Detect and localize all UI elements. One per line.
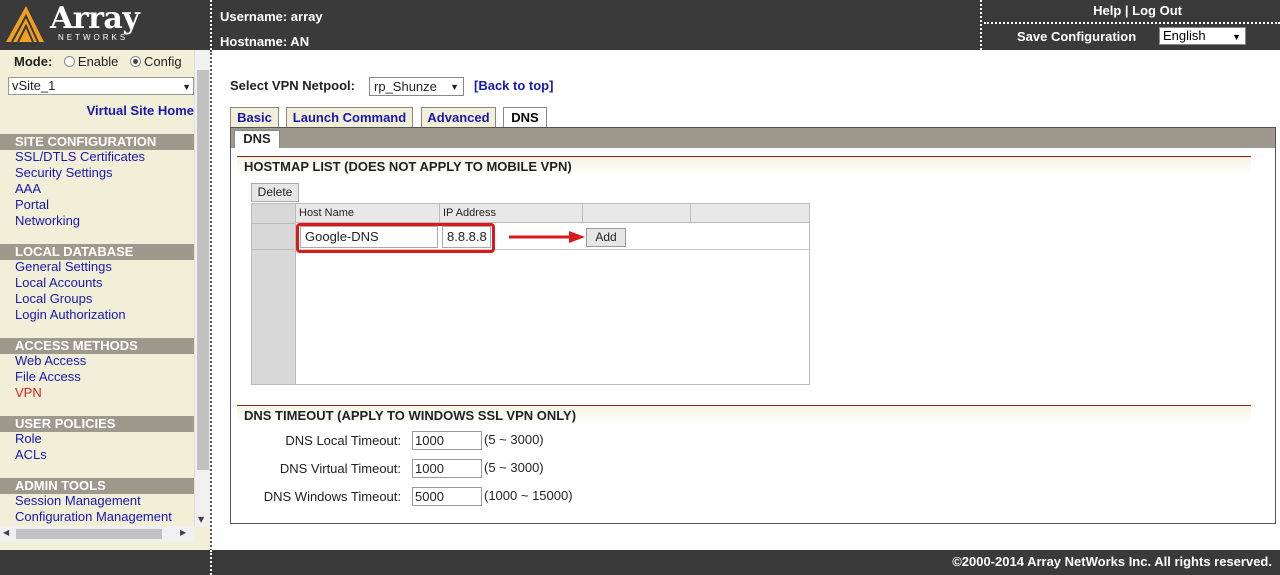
column-header-blank <box>691 204 809 223</box>
logo-sub: NETWORKS <box>58 33 129 42</box>
scrollbar-thumb[interactable] <box>16 529 162 539</box>
scroll-right-icon[interactable]: ▶ <box>180 528 186 537</box>
dns-timeout-section-title: DNS TIMEOUT (APPLY TO WINDOWS SSL VPN ON… <box>237 405 1251 425</box>
virtual-site-home-link[interactable]: Virtual Site Home <box>87 103 194 118</box>
help-link[interactable]: Help <box>1093 3 1121 18</box>
nav-portal[interactable]: Portal <box>15 197 49 213</box>
gutter-divider <box>252 249 296 250</box>
language-select[interactable]: English ▼ <box>1159 27 1246 45</box>
nav-web-access[interactable]: Web Access <box>15 353 86 369</box>
section-access-methods: ACCESS METHODS <box>0 338 194 354</box>
header-links: Help | Log Out <box>1093 3 1182 18</box>
main-content: Select VPN Netpool: rp_Shunze ▼ [Back to… <box>212 50 1280 550</box>
nav-session-management[interactable]: Session Management <box>15 493 141 509</box>
dns-windows-timeout-range: (1000 ~ 15000) <box>484 488 573 503</box>
gutter-divider <box>252 223 296 224</box>
dns-local-timeout-range: (5 ~ 3000) <box>484 432 544 447</box>
array-logo-icon <box>6 6 44 43</box>
nav-aaa[interactable]: AAA <box>15 181 41 197</box>
scrollbar-thumb[interactable] <box>197 70 209 470</box>
nav-vpn[interactable]: VPN <box>15 385 42 401</box>
vsite-value: vSite_1 <box>12 78 56 93</box>
nav-networking[interactable]: Networking <box>15 213 80 229</box>
save-configuration-link[interactable]: Save Configuration <box>1017 29 1136 44</box>
copyright-text: ©2000-2014 Array NetWorks Inc. All right… <box>952 554 1272 569</box>
dns-virtual-timeout-input[interactable]: 1000 <box>412 459 482 478</box>
nav-local-groups[interactable]: Local Groups <box>15 291 92 307</box>
logo-brand: Array <box>50 1 140 36</box>
vsite-select[interactable]: vSite_1 ▼ <box>8 77 194 95</box>
nav-login-authorization[interactable]: Login Authorization <box>15 307 126 323</box>
dns-panel: DNS HOSTMAP LIST (DOES NOT APPLY TO MOBI… <box>230 127 1276 524</box>
link-separator: | <box>1121 3 1133 18</box>
mode-enable-radio[interactable] <box>63 56 75 67</box>
dropdown-arrow-icon: ▼ <box>182 82 191 92</box>
subtab-bar: DNS <box>231 128 1275 148</box>
add-button[interactable]: Add <box>586 228 626 247</box>
dns-local-timeout-label: DNS Local Timeout: <box>285 433 401 448</box>
section-site-configuration: SITE CONFIGURATION <box>0 134 194 150</box>
footer-divider <box>210 550 212 575</box>
nav-file-access[interactable]: File Access <box>15 369 81 385</box>
tab-dns[interactable]: DNS <box>503 107 547 128</box>
nav-security-settings[interactable]: Security Settings <box>15 165 113 181</box>
header-divider <box>210 0 212 50</box>
delete-button[interactable]: Delete <box>251 183 299 202</box>
dns-windows-timeout-input[interactable]: 5000 <box>412 487 482 506</box>
sidebar-vertical-scrollbar[interactable]: ▼ <box>194 50 210 526</box>
netpool-value: rp_Shunze <box>374 79 437 94</box>
footer: ©2000-2014 Array NetWorks Inc. All right… <box>0 550 1280 575</box>
hostmap-section-title: HOSTMAP LIST (DOES NOT APPLY TO MOBILE V… <box>237 156 1251 176</box>
sidebar: Mode: Enable Config vSite_1 ▼ Virtual Si… <box>0 50 210 550</box>
tab-basic[interactable]: Basic <box>230 107 279 127</box>
mode-enable-label: Enable <box>77 54 119 69</box>
user-info: Username: array Hostname: AN <box>220 4 323 54</box>
netpool-label: Select VPN Netpool: <box>230 78 355 93</box>
column-header-action <box>583 204 691 223</box>
header-hdivider <box>984 22 1280 24</box>
nav-acls[interactable]: ACLs <box>15 447 47 463</box>
section-local-database: LOCAL DATABASE <box>0 244 194 260</box>
dropdown-arrow-icon: ▼ <box>1232 32 1241 42</box>
column-header-host-name: Host Name <box>296 204 440 223</box>
mode-row: Mode: Enable Config <box>14 54 194 69</box>
hostmap-grid: Host Name IP Address Google-DNS 8.8.8.8 … <box>251 203 810 385</box>
username-label: Username: array <box>220 9 323 24</box>
tab-launch-command[interactable]: Launch Command <box>286 107 413 127</box>
annotation-highlight-box <box>296 223 495 253</box>
scroll-left-icon[interactable]: ◀ <box>3 528 9 537</box>
logout-link[interactable]: Log Out <box>1132 3 1182 18</box>
section-admin-tools: ADMIN TOOLS <box>0 478 194 494</box>
mode-config-label: Config <box>144 54 182 69</box>
section-user-policies: USER POLICIES <box>0 416 194 432</box>
dns-windows-timeout-label: DNS Windows Timeout: <box>263 489 401 504</box>
grid-row-gutter <box>252 204 296 384</box>
array-logo: Array NETWORKS <box>0 0 210 50</box>
dns-virtual-timeout-range: (5 ~ 3000) <box>484 460 544 475</box>
subtab-dns[interactable]: DNS <box>234 130 280 148</box>
dropdown-arrow-icon: ▼ <box>450 82 459 92</box>
dns-local-timeout-input[interactable]: 1000 <box>412 431 482 450</box>
nav-role[interactable]: Role <box>15 431 42 447</box>
scroll-down-icon[interactable]: ▼ <box>198 515 204 524</box>
dns-virtual-timeout-label: DNS Virtual Timeout: <box>279 461 401 476</box>
language-value: English <box>1163 28 1206 43</box>
header-right: Help | Log Out Save Configuration Englis… <box>982 0 1280 50</box>
nav-general-settings[interactable]: General Settings <box>15 259 112 275</box>
nav-configuration-management[interactable]: Configuration Management <box>15 509 172 525</box>
netpool-select[interactable]: rp_Shunze ▼ <box>369 77 464 96</box>
column-header-ip-address: IP Address <box>440 204 583 223</box>
tab-advanced[interactable]: Advanced <box>421 107 496 127</box>
nav-ssl-dtls-certificates[interactable]: SSL/DTLS Certificates <box>15 149 145 165</box>
nav-local-accounts[interactable]: Local Accounts <box>15 275 102 291</box>
mode-label: Mode: <box>14 54 53 69</box>
top-header: Array NETWORKS Username: array Hostname:… <box>0 0 1280 50</box>
sidebar-horizontal-scrollbar[interactable]: ◀ ▶ <box>0 526 194 542</box>
mode-config-radio[interactable] <box>130 56 142 67</box>
annotation-arrow-icon <box>509 231 585 243</box>
back-to-top-link[interactable]: [Back to top] <box>474 78 553 93</box>
